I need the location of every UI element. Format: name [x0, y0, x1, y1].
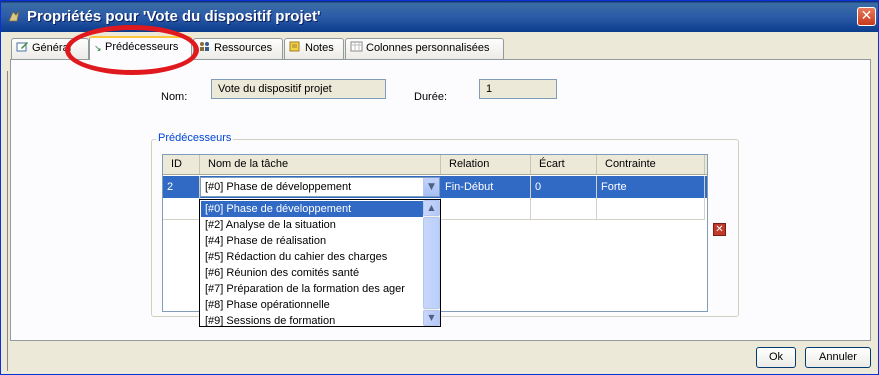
properties-dialog: Propriétés pour 'Vote du dispositif proj… [0, 0, 879, 375]
dropdown-option[interactable]: [#9] Sessions de formation [201, 313, 423, 326]
tab-predecessors-label: Prédécesseurs [105, 41, 179, 53]
tab-notes-label: Notes [305, 42, 334, 54]
dropdown-option[interactable]: [#8] Phase opérationnelle [201, 297, 423, 313]
dropdown-option[interactable]: [#6] Réunion des comités santé [201, 265, 423, 281]
tab-resources[interactable]: Ressources [193, 38, 283, 59]
duration-field[interactable]: 1 [479, 79, 557, 99]
duration-label: Durée: [414, 91, 448, 103]
dropdown-option[interactable]: [#2] Analyse de la situation [201, 217, 423, 233]
scroll-up-icon[interactable]: ▲ [423, 200, 440, 216]
app-icon [8, 10, 20, 22]
cell-constraint[interactable]: Forte [597, 176, 705, 198]
tab-notes[interactable]: Notes [284, 38, 344, 59]
column-header-id[interactable]: ID [163, 155, 200, 174]
name-field[interactable]: Vote du dispositif projet [211, 79, 386, 99]
task-combobox[interactable]: [#0] Phase de développement ▼ [200, 177, 440, 197]
left-edge-divider [7, 71, 8, 371]
scroll-down-icon[interactable]: ▼ [423, 310, 440, 326]
cell-relation-empty [441, 198, 531, 220]
columns-icon [350, 41, 363, 52]
column-header-constraint[interactable]: Contrainte [597, 155, 705, 174]
cell-gap-empty [531, 198, 597, 220]
name-label: Nom: [161, 91, 188, 103]
cell-gap[interactable]: 0 [531, 176, 597, 198]
cell-id-empty [163, 198, 200, 220]
column-header-relation[interactable]: Relation [441, 155, 531, 174]
tab-custom-columns[interactable]: Colonnes personnalisées [345, 38, 504, 59]
cell-id: 2 [163, 176, 200, 198]
tab-resources-label: Ressources [214, 42, 273, 54]
cell-constraint-empty [597, 198, 705, 220]
tab-custom-columns-label: Colonnes personnalisées [366, 42, 490, 54]
task-dropdown-list[interactable]: [#0] Phase de développement [#2] Analyse… [199, 199, 441, 327]
tab-general-label: Général [32, 42, 72, 54]
table-header: ID Nom de la tâche Relation Écart Contra… [163, 155, 707, 175]
dropdown-option[interactable]: [#5] Rédaction du cahier des charges [201, 249, 423, 265]
cell-relation[interactable]: Fin-Début [441, 176, 531, 198]
column-header-task-name[interactable]: Nom de la tâche [200, 155, 441, 174]
edit-icon [16, 42, 28, 52]
ok-button[interactable]: Ok [756, 347, 796, 368]
table-row[interactable]: 2 [#0] Phase de développement ▼ Fin-Débu… [163, 176, 707, 198]
title-bar[interactable]: Propriétés pour 'Vote du dispositif proj… [1, 1, 878, 32]
close-button[interactable]: ✕ [857, 7, 876, 26]
dropdown-option[interactable]: [#0] Phase de développement [201, 201, 423, 217]
predecessors-icon: ↘ [94, 43, 102, 53]
column-header-gap[interactable]: Écart [531, 155, 597, 174]
dropdown-scrollbar[interactable]: ▲ ▼ [423, 200, 440, 326]
predecessors-legend: Prédécesseurs [156, 132, 234, 144]
cancel-button[interactable]: Annuler [805, 347, 871, 368]
dropdown-option[interactable]: [#4] Phase de réalisation [201, 233, 423, 249]
tab-general[interactable]: Général [11, 38, 89, 59]
notes-icon [289, 41, 300, 52]
window-title: Propriétés pour 'Vote du dispositif proj… [27, 8, 321, 25]
scrollbar-thumb[interactable] [423, 217, 440, 309]
task-combobox-value: [#0] Phase de développement [205, 181, 352, 193]
delete-icon[interactable]: ✕ [713, 223, 726, 236]
resources-icon [200, 42, 209, 51]
tab-predecessors[interactable]: ↘ Prédécesseurs [89, 36, 192, 60]
dropdown-option[interactable]: [#7] Préparation de la formation des age… [201, 281, 423, 297]
chevron-down-icon[interactable]: ▼ [423, 178, 439, 196]
